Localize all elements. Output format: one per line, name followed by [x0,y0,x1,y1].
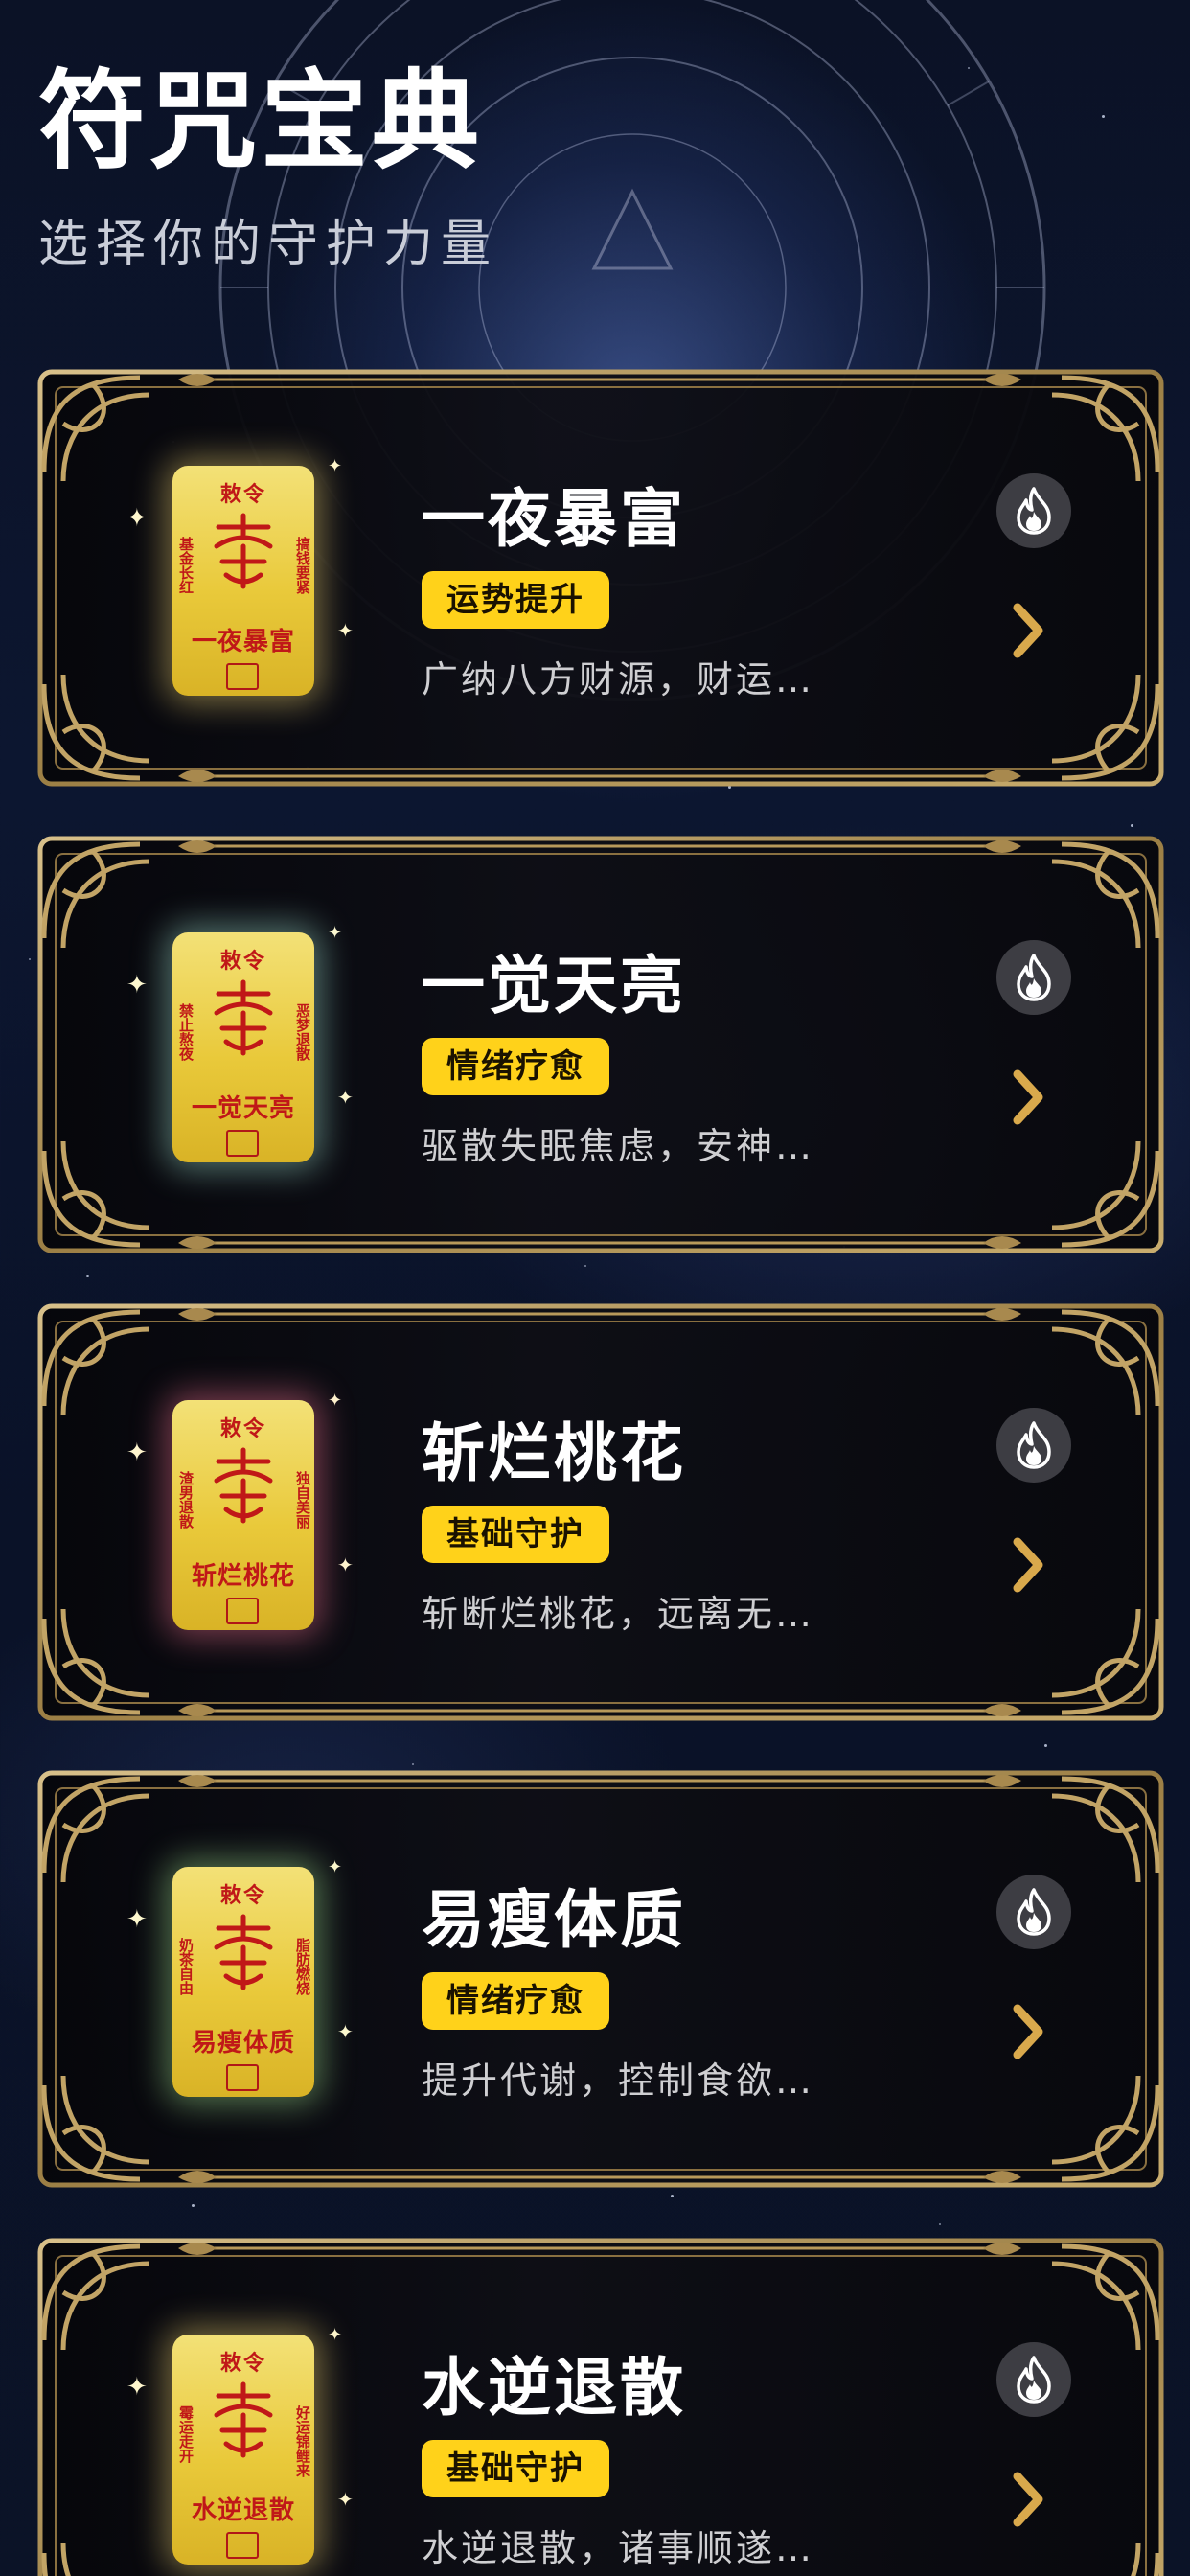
fire-icon[interactable] [996,2342,1071,2417]
talisman-foot-text: 一觉天亮 [191,1094,295,1123]
category-tag: 情绪疗愈 [422,1972,609,2030]
sparkle-icon: ✦ [337,1086,354,1109]
category-tag: 运势提升 [422,571,609,629]
talisman-right-text: 恶梦退散 [294,1003,311,1061]
sparkle-icon: ✦ [337,1553,354,1576]
talisman-left-text: 奶茶自由 [177,1938,195,1995]
chevron-right-icon[interactable] [1010,1069,1048,1126]
talisman-left-text: 禁止熬夜 [177,1003,195,1061]
talisman-head-text: 敕令 [219,482,266,507]
sparkle-icon: ✦ [328,2325,343,2345]
talisman-card-1[interactable]: ✦ ✦ ✦ 敕令 基金长红 搞钱要紧 一夜暴富 一夜暴富 运势提升 广纳八方财源… [37,369,1164,787]
talisman-right-text: 独自美丽 [294,1471,311,1529]
category-tag: 情绪疗愈 [422,1038,609,1095]
chevron-right-icon[interactable] [1010,2003,1048,2060]
talisman-seal-icon [226,663,259,690]
card-description: 驱散失眠焦虑，安神… [422,1125,815,1167]
talisman-card-4[interactable]: ✦ ✦ ✦ 敕令 奶茶自由 脂肪燃烧 易瘦体质 易瘦体质 情绪疗愈 提升代谢，控… [37,1770,1164,2188]
talisman-image: 敕令 奶茶自由 脂肪燃烧 易瘦体质 [172,1867,314,2097]
talisman-image: 敕令 基金长红 搞钱要紧 一夜暴富 [172,466,314,696]
chevron-right-icon[interactable] [1010,1536,1048,1594]
talisman-image: 敕令 禁止熬夜 恶梦退散 一觉天亮 [172,932,314,1162]
talisman-glyph-icon [214,2381,273,2458]
talisman-seal-icon [226,2532,259,2559]
sparkle-icon: ✦ [337,2020,354,2043]
talisman-glyph-icon [214,513,273,589]
talisman-foot-text: 易瘦体质 [191,2029,295,2058]
talisman-left-text: 渣男退散 [177,1471,195,1529]
sparkle-icon: ✦ [126,1905,148,1934]
talisman-card-5[interactable]: ✦ ✦ ✦ 敕令 霉运走开 好运锦鲤来 水逆退散 水逆退散 基础守护 水逆退散，… [37,2238,1164,2576]
sparkle-icon: ✦ [337,619,354,642]
talisman-card-3[interactable]: ✦ ✦ ✦ 敕令 渣男退散 独自美丽 斩烂桃花 斩烂桃花 基础守护 斩断烂桃花，… [37,1303,1164,1721]
talisman-glyph-icon [214,1447,273,1524]
card-title: 水逆退散 [422,2351,686,2425]
fire-icon[interactable] [996,1874,1071,1949]
talisman-glyph-icon [214,1914,273,1990]
talisman-seal-icon [226,1598,259,1624]
category-tag: 基础守护 [422,1506,609,1563]
talisman-left-text: 基金长红 [177,537,195,594]
card-description: 斩断烂桃花，远离无… [422,1593,815,1635]
sparkle-icon: ✦ [126,971,148,1000]
chevron-right-icon[interactable] [1010,602,1048,659]
sparkle-icon: ✦ [337,2488,354,2511]
talisman-seal-icon [226,2064,259,2091]
card-description: 广纳八方财源，财运… [422,658,815,701]
talisman-head-text: 敕令 [219,949,266,974]
page-title: 符咒宝典 [38,59,483,184]
card-title: 斩烂桃花 [422,1416,686,1490]
talisman-glyph-icon [214,979,273,1056]
chevron-right-icon[interactable] [1010,2471,1048,2528]
sparkle-icon: ✦ [126,1438,148,1467]
page-subtitle: 选择你的守护力量 [38,216,499,274]
fire-icon[interactable] [996,473,1071,548]
sparkle-icon: ✦ [328,456,343,476]
card-description: 水逆退散，诸事顺遂… [422,2527,815,2569]
sparkle-icon: ✦ [328,1391,343,1411]
sparkle-icon: ✦ [126,504,148,533]
category-tag: 基础守护 [422,2440,609,2497]
talisman-foot-text: 水逆退散 [191,2496,295,2525]
talisman-right-text: 搞钱要紧 [294,537,311,594]
card-title: 易瘦体质 [422,1883,686,1957]
talisman-right-text: 好运锦鲤来 [294,2405,311,2477]
talisman-image: 敕令 霉运走开 好运锦鲤来 水逆退散 [172,2334,314,2564]
talisman-head-text: 敕令 [219,1416,266,1441]
talisman-right-text: 脂肪燃烧 [294,1938,311,1995]
talisman-foot-text: 一夜暴富 [191,628,295,656]
talisman-card-2[interactable]: ✦ ✦ ✦ 敕令 禁止熬夜 恶梦退散 一觉天亮 一觉天亮 情绪疗愈 驱散失眠焦虑… [37,836,1164,1254]
card-title: 一夜暴富 [422,482,686,556]
card-description: 提升代谢，控制食欲… [422,2059,815,2102]
fire-icon[interactable] [996,1408,1071,1483]
page-header: 符咒宝典 选择你的守护力量 [38,58,498,275]
talisman-seal-icon [226,1130,259,1157]
talisman-image: 敕令 渣男退散 独自美丽 斩烂桃花 [172,1400,314,1630]
sparkle-icon: ✦ [126,2373,148,2402]
talisman-head-text: 敕令 [219,2351,266,2376]
sparkle-icon: ✦ [328,923,343,943]
fire-icon[interactable] [996,940,1071,1015]
talisman-left-text: 霉运走开 [177,2405,195,2463]
sparkle-icon: ✦ [328,1857,343,1877]
card-title: 一觉天亮 [422,949,686,1023]
talisman-foot-text: 斩烂桃花 [191,1562,295,1591]
talisman-head-text: 敕令 [219,1883,266,1908]
